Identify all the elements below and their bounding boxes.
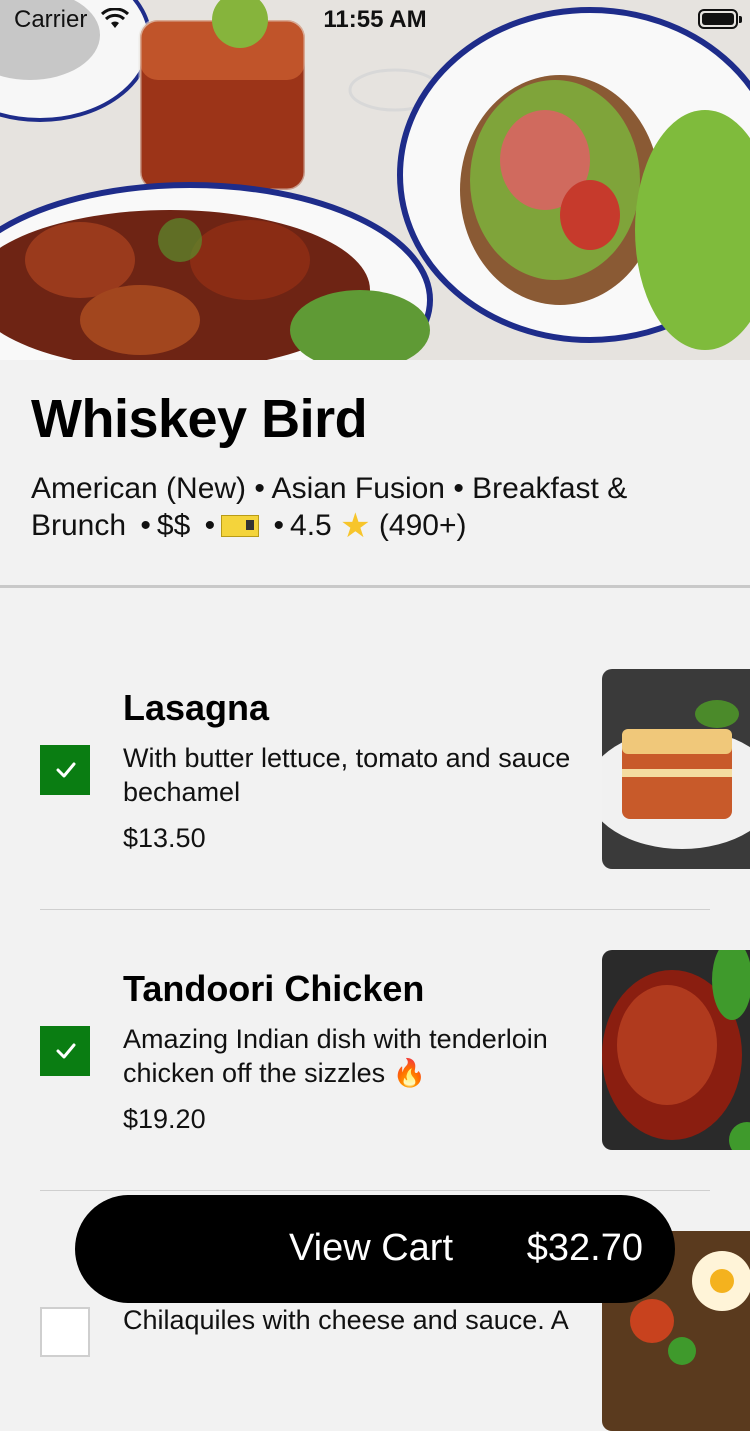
section-divider [0,585,750,588]
rating-value: 4.5 [290,509,332,542]
view-cart-button[interactable]: View Cart $32.70 [75,1195,675,1303]
restaurant-name: Whiskey Bird [31,389,368,449]
item-divider [40,1190,710,1191]
menu-item-price: $19.20 [123,1104,206,1134]
menu-item-checkbox[interactable] [40,1307,90,1357]
menu-item-photo [602,669,750,869]
restaurant-hero-image [0,0,750,360]
menu-item-checkbox[interactable] [40,1026,90,1076]
menu-item-price: $13.50 [123,823,206,853]
star-icon: ★ [340,507,371,545]
review-count: (490+) [378,509,467,542]
menu-item-description: With butter lettuce, tomato and sauce be… [123,743,571,807]
restaurant-meta: American (New) • Asian Fusion • Breakfas… [31,470,711,544]
view-cart-label: View Cart [289,1227,454,1269]
clock: 11:55 AM [323,6,427,33]
item-divider [40,909,710,910]
restaurant-info: Whiskey Bird American (New) • Asian Fusi… [0,360,750,586]
separator: • [140,509,151,542]
menu-item-name: Lasagna [123,687,270,728]
separator: • [273,509,285,542]
cart-total: $32.70 [526,1227,643,1269]
menu-item-lasagna[interactable]: Lasagna With butter lettuce, tomato and … [0,669,750,869]
menu-item-description: Chilaquiles with cheese and sauce. A [123,1305,569,1335]
status-bar: Carrier 11:55 AM [0,0,750,40]
battery-icon [698,9,742,29]
menu-item-checkbox[interactable] [40,745,90,795]
menu-item-photo [602,950,750,1150]
menu-item-tandoori-chicken[interactable]: Tandoori Chicken Amazing Indian dish wit… [0,950,750,1150]
separator: • [204,509,216,542]
price-level: $$ [156,509,191,542]
ticket-icon [221,515,260,537]
menu-item-description: Amazing Indian dish with tenderloin chic… [123,1024,548,1088]
menu-item-name: Tandoori Chicken [123,968,425,1009]
